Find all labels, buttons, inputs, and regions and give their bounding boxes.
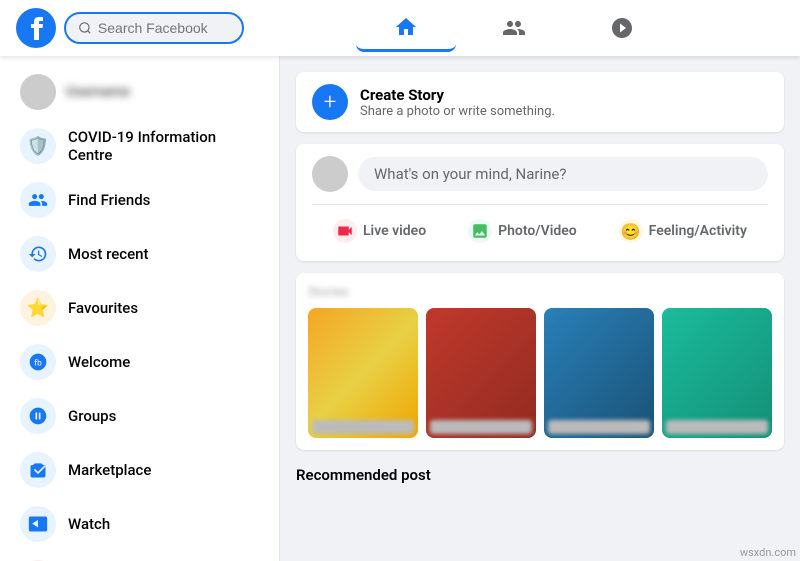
feeling-label: Feeling/Activity — [649, 223, 747, 239]
create-story-title: Create Story — [360, 86, 555, 104]
sidebar-item-label: Groups — [68, 407, 116, 425]
friends-icon — [502, 16, 526, 40]
photo-video-button[interactable]: Photo/Video — [456, 213, 589, 249]
search-icon — [78, 20, 92, 36]
live-video-button[interactable]: Live video — [321, 213, 438, 249]
story-label-blur-4 — [666, 420, 768, 434]
groups-icon — [20, 398, 56, 434]
home-icon — [394, 15, 418, 39]
create-story-plus-icon: + — [312, 84, 348, 120]
create-story-text: Create Story Share a photo or write some… — [360, 86, 555, 119]
recommended-post-header: Recommended post — [296, 466, 784, 484]
create-story-card[interactable]: + Create Story Share a photo or write so… — [296, 72, 784, 132]
story-label-blur-1 — [312, 420, 414, 434]
top-navigation — [0, 0, 800, 56]
post-input-row: What's on your mind, Narine? — [312, 156, 768, 192]
watch-sidebar-icon — [20, 506, 56, 542]
covid-icon: 🛡️ — [20, 128, 56, 164]
photo-video-label: Photo/Video — [498, 223, 577, 239]
sidebar-item-covid[interactable]: 🛡️ COVID-19 Information Centre — [8, 120, 271, 172]
post-input-card: What's on your mind, Narine? Live video … — [296, 144, 784, 261]
live-video-label: Live video — [363, 223, 426, 239]
sidebar-user[interactable]: Username — [8, 66, 271, 118]
stories-section: Stories — [296, 273, 784, 450]
find-friends-icon — [20, 182, 56, 218]
favourites-icon: ⭐ — [20, 290, 56, 326]
nav-left — [16, 8, 244, 48]
most-recent-icon — [20, 236, 56, 272]
sidebar-item-label: Watch — [68, 515, 110, 533]
sidebar-item-most-recent[interactable]: Most recent — [8, 228, 271, 280]
sidebar-item-label: COVID-19 Information Centre — [68, 128, 259, 164]
sidebar: Username 🛡️ COVID-19 Information Centre … — [0, 56, 280, 561]
story-label-blur-2 — [430, 420, 532, 434]
photo-video-icon — [468, 219, 492, 243]
watch-nav-button[interactable] — [572, 4, 672, 52]
sidebar-item-label: Marketplace — [68, 461, 151, 479]
sidebar-item-label: Find Friends — [68, 191, 150, 209]
story-card-3[interactable] — [544, 308, 654, 438]
watermark: wsxdn.com — [740, 546, 796, 559]
sidebar-item-favourites[interactable]: ⭐ Favourites — [8, 282, 271, 334]
friends-nav-button[interactable] — [464, 4, 564, 52]
search-box[interactable] — [64, 12, 244, 44]
create-story-subtitle: Share a photo or write something. — [360, 104, 555, 119]
nav-center — [244, 4, 784, 52]
svg-text:fb: fb — [34, 358, 42, 368]
live-video-icon — [333, 219, 357, 243]
story-label-blur-3 — [548, 420, 650, 434]
feeling-button[interactable]: 😊 Feeling/Activity — [607, 213, 759, 249]
sidebar-item-find-friends[interactable]: Find Friends — [8, 174, 271, 226]
stories-header: Stories — [308, 285, 772, 300]
sidebar-item-label: Welcome — [68, 353, 130, 371]
sidebar-item-events[interactable]: Events — [8, 552, 271, 561]
story-card-4[interactable] — [662, 308, 772, 438]
sidebar-item-label: Favourites — [68, 299, 138, 317]
sidebar-item-watch[interactable]: Watch — [8, 498, 271, 550]
welcome-icon: fb — [20, 344, 56, 380]
marketplace-icon — [20, 452, 56, 488]
sidebar-item-label: Most recent — [68, 245, 148, 263]
story-card-1[interactable] — [308, 308, 418, 438]
post-actions: Live video Photo/Video 😊 Feeling/Activit… — [312, 204, 768, 249]
avatar — [20, 74, 56, 110]
sidebar-item-welcome[interactable]: fb Welcome — [8, 336, 271, 388]
user-name-label: Username — [66, 84, 130, 100]
sidebar-item-marketplace[interactable]: Marketplace — [8, 444, 271, 496]
feeling-icon: 😊 — [619, 219, 643, 243]
home-nav-button[interactable] — [356, 4, 456, 52]
watch-icon — [610, 16, 634, 40]
page-layout: Username 🛡️ COVID-19 Information Centre … — [0, 0, 800, 561]
post-input-field[interactable]: What's on your mind, Narine? — [358, 157, 768, 191]
facebook-logo-icon[interactable] — [16, 8, 56, 48]
stories-grid — [308, 308, 772, 438]
sidebar-item-groups[interactable]: Groups — [8, 390, 271, 442]
main-content: + Create Story Share a photo or write so… — [280, 56, 800, 561]
story-card-2[interactable] — [426, 308, 536, 438]
search-input[interactable] — [98, 20, 230, 36]
avatar — [312, 156, 348, 192]
content-inner: + Create Story Share a photo or write so… — [296, 72, 784, 484]
